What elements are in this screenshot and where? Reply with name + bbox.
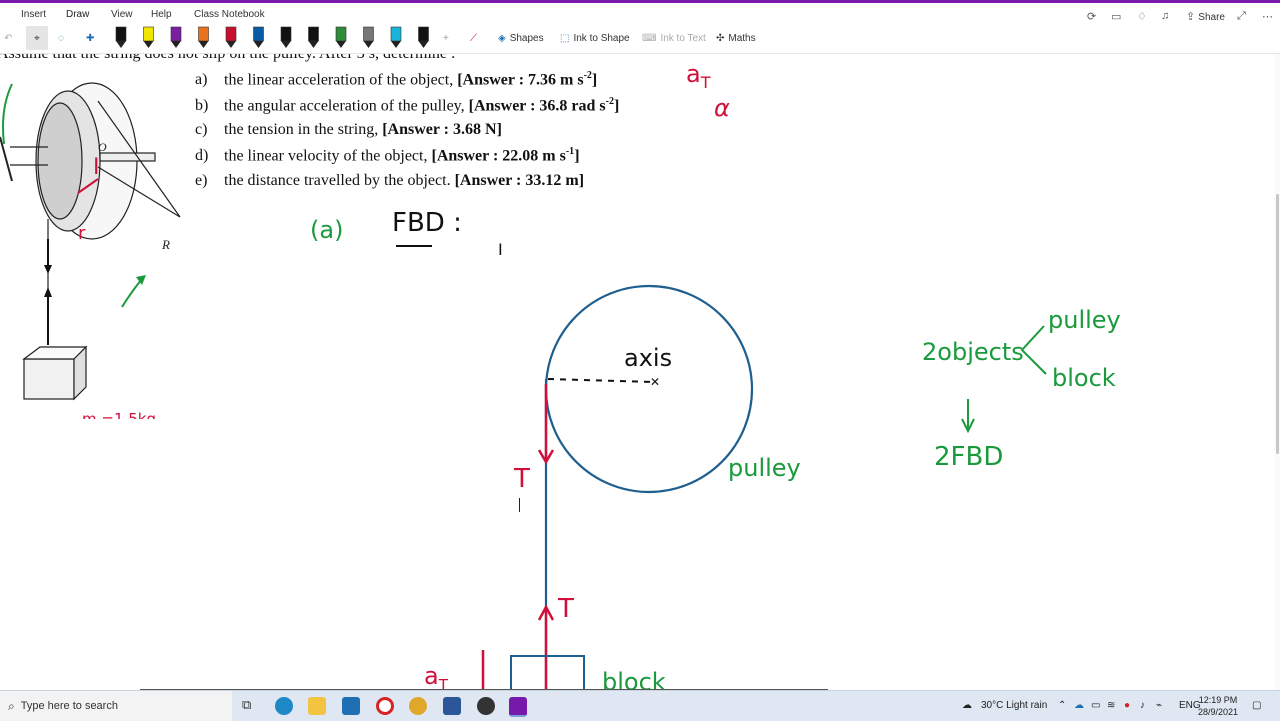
- onedrive-icon[interactable]: ☁: [1074, 700, 1084, 711]
- taskbar: ⌕ Type here to search ⧉ ☁ 30°C Light rai…: [0, 690, 1280, 721]
- notebook-icon[interactable]: ▭: [1111, 10, 1121, 23]
- ink-axis: axis: [624, 344, 673, 372]
- pen-tool[interactable]: [280, 26, 292, 48]
- weather-icon[interactable]: ☁: [962, 700, 972, 711]
- weather-text[interactable]: 30°C Light rain: [981, 700, 1047, 711]
- note-page[interactable]: Assume that the string does not slip on …: [0, 54, 1280, 690]
- edge-icon[interactable]: [275, 697, 293, 715]
- pen-tool[interactable]: [225, 26, 237, 48]
- draw-toolbar: ↶ ⌖ ◌ ✚ + ⟋ ◈ Shapes ⬚ Ink to Shape ⌨ Ink t…: [0, 23, 1280, 54]
- ink-two-fbd: 2FBD: [934, 442, 1004, 472]
- ink-object-block: block: [1052, 364, 1116, 392]
- clock-date: 28/9/2021: [1197, 707, 1238, 717]
- ink-to-shape-button[interactable]: ⬚ Ink to Shape: [560, 26, 630, 50]
- search-icon: ⌕: [8, 698, 15, 713]
- sync-icon[interactable]: ⟳: [1087, 10, 1096, 23]
- block-rect: [510, 655, 585, 690]
- expand-icon[interactable]: ⤢: [1237, 10, 1246, 23]
- pen-tool[interactable]: [308, 26, 319, 48]
- scrollbar-thumb[interactable]: [1276, 194, 1279, 454]
- pen-tool[interactable]: [170, 26, 182, 48]
- ink-two-objects: 2objects: [922, 338, 1024, 366]
- word-icon[interactable]: [443, 697, 461, 715]
- ruler-icon[interactable]: ⟋: [470, 26, 477, 50]
- battery-icon[interactable]: ▭: [1091, 700, 1100, 711]
- eraser-icon[interactable]: ◌: [58, 26, 64, 50]
- ink-to-shape-label: Ink to Shape: [573, 32, 630, 44]
- share-button[interactable]: ⇪ Share: [1186, 10, 1225, 23]
- ink-block-label: block: [602, 668, 666, 690]
- obs-icon[interactable]: [477, 697, 495, 715]
- tab-help[interactable]: Help: [151, 9, 172, 20]
- add-pen-icon[interactable]: +: [443, 26, 449, 50]
- add-space-icon[interactable]: ✚: [86, 26, 94, 50]
- taskbar-search-box[interactable]: ⌕ Type here to search: [0, 691, 232, 721]
- task-view-icon[interactable]: ⧉: [242, 697, 260, 715]
- wifi-icon[interactable]: ≋: [1107, 700, 1115, 711]
- ink-tension-bottom: T: [558, 594, 574, 624]
- lasso-select-icon[interactable]: ⌖: [26, 26, 48, 50]
- mail-icon[interactable]: [342, 697, 360, 715]
- tab-draw[interactable]: Draw: [66, 9, 89, 20]
- ink-to-text-label: Ink to Text: [660, 32, 706, 44]
- pen-tool[interactable]: [253, 26, 264, 48]
- maths-button[interactable]: ✣ Maths: [716, 26, 756, 50]
- lightbulb-icon[interactable]: ♢: [1137, 10, 1147, 23]
- maths-icon: ✣: [716, 32, 725, 44]
- tray-app-icon[interactable]: ●: [1124, 700, 1130, 711]
- radius-dashed-line: [547, 378, 655, 383]
- shapes-button[interactable]: ◈ Shapes: [498, 26, 544, 50]
- undo-icon[interactable]: ↶: [4, 26, 12, 50]
- notification-icon[interactable]: ▢: [1252, 700, 1261, 711]
- ink-pulley-label: pulley: [728, 454, 801, 482]
- network-icon[interactable]: ⌁: [1156, 700, 1162, 711]
- pen-palette[interactable]: [110, 23, 440, 53]
- ribbon-tabs: Insert Draw View Help Class Notebook ⟳ ▭…: [0, 3, 1280, 26]
- pen-tool[interactable]: [363, 26, 374, 48]
- share-label: Share: [1198, 12, 1225, 23]
- ink-tension-top: T: [514, 464, 530, 494]
- chrome-icon[interactable]: [409, 697, 427, 715]
- ink-caret: [519, 498, 520, 512]
- ink-to-shape-icon: ⬚: [560, 32, 570, 44]
- onenote-icon[interactable]: [509, 697, 527, 717]
- tray-chevron-icon[interactable]: ⌃: [1058, 700, 1066, 711]
- ink-a-t-bottom: aT: [424, 662, 448, 690]
- pen-tool[interactable]: [335, 26, 347, 48]
- file-explorer-icon[interactable]: [308, 697, 326, 715]
- ink-brace: [1020, 325, 1047, 375]
- maths-label: Maths: [728, 32, 756, 44]
- pen-tool[interactable]: [418, 26, 429, 48]
- ink-to-text-icon: ⌨: [642, 32, 657, 44]
- ink-to-text-button[interactable]: ⌨ Ink to Text: [642, 26, 706, 50]
- pen-tool[interactable]: [115, 26, 127, 48]
- clock-time: 12:19 PM: [1198, 695, 1238, 705]
- svg-text:✕: ✕: [650, 375, 660, 389]
- bell-icon[interactable]: ♫: [1161, 10, 1169, 22]
- taskbar-clock[interactable]: 12:19 PM 28/9/2021: [1198, 694, 1238, 718]
- volume-icon[interactable]: ♪: [1140, 700, 1145, 711]
- shapes-label: Shapes: [509, 32, 544, 44]
- pen-tool[interactable]: [143, 26, 154, 48]
- pen-tool[interactable]: [390, 26, 402, 48]
- opera-icon[interactable]: [376, 697, 394, 715]
- vertical-scrollbar[interactable]: [1274, 54, 1280, 690]
- pen-tool[interactable]: [198, 26, 209, 48]
- tab-view[interactable]: View: [111, 9, 133, 20]
- tab-insert[interactable]: Insert: [21, 9, 46, 20]
- tab-class-notebook[interactable]: Class Notebook: [194, 9, 265, 20]
- more-options-icon[interactable]: ⋯: [1262, 10, 1273, 23]
- search-placeholder: Type here to search: [20, 700, 118, 712]
- shapes-icon: ◈: [498, 32, 506, 44]
- ink-object-pulley: pulley: [1048, 306, 1121, 334]
- pulley-circle: [544, 284, 754, 494]
